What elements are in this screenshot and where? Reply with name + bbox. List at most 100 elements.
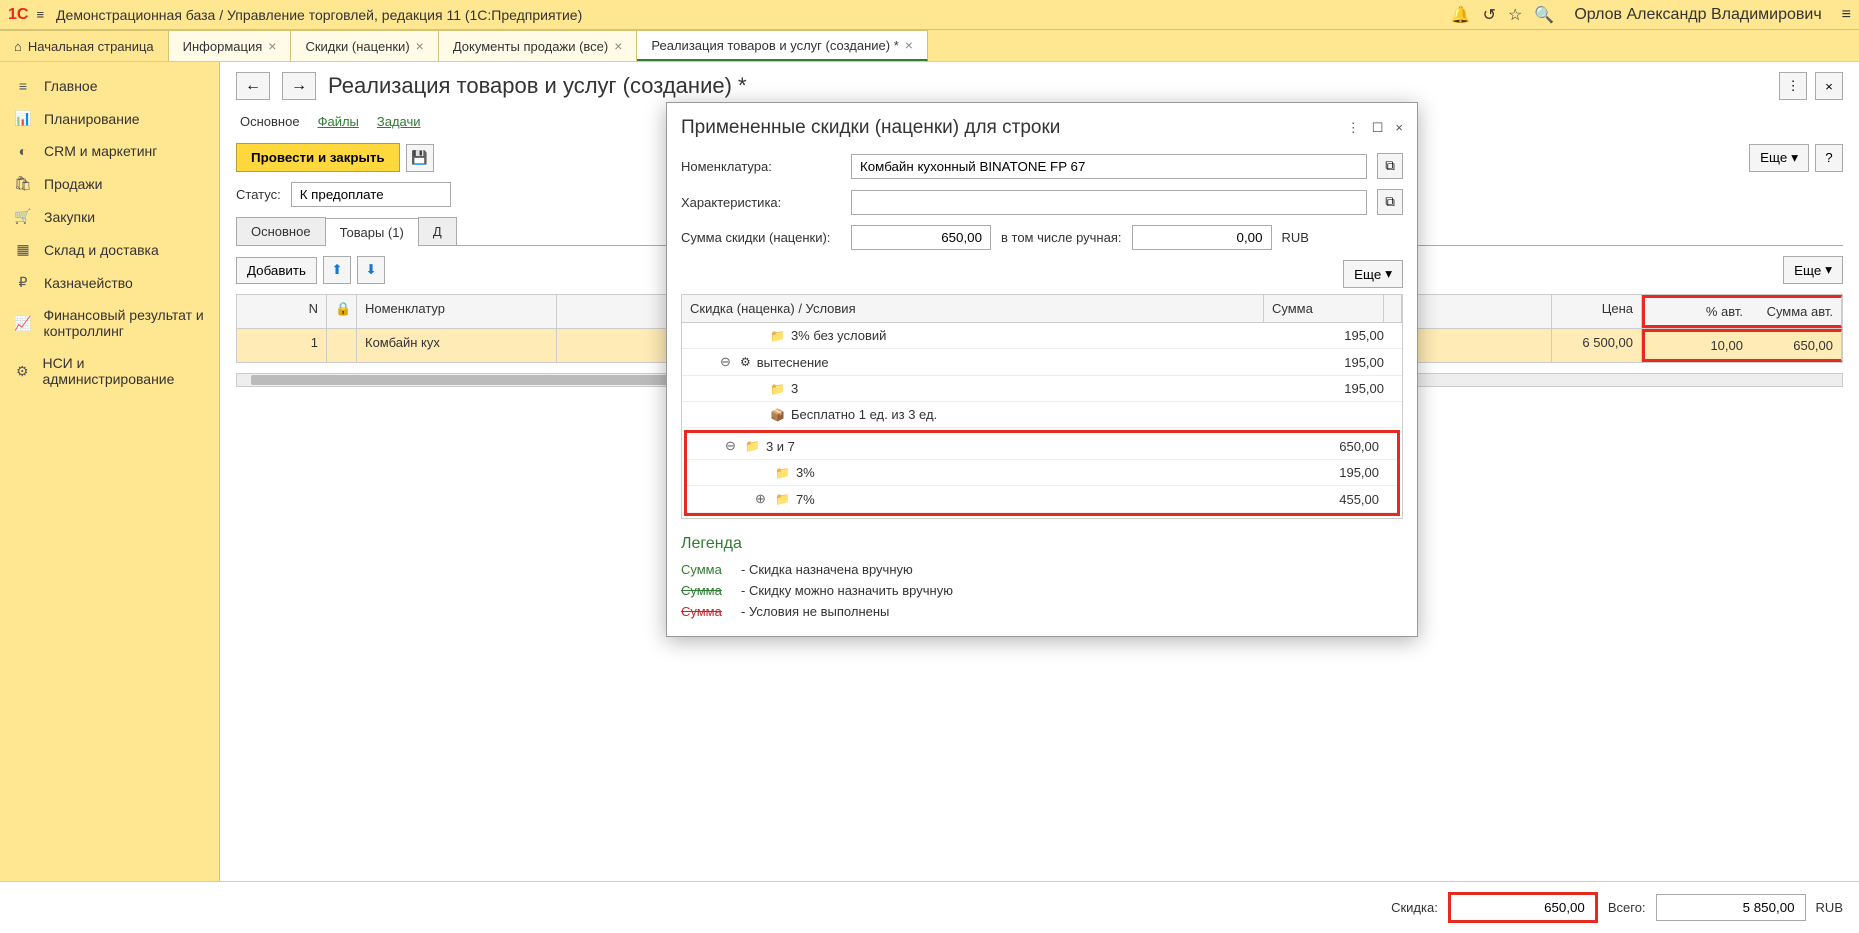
legend: Легенда Сумма- Скидка назначена вручнуюС… [681,535,1403,622]
close-icon[interactable]: × [614,38,622,54]
tab-realization[interactable]: Реализация товаров и услуг (создание) * … [637,30,928,61]
legend-row: Сумма- Скидку можно назначить вручную [681,580,1403,601]
nom-label: Номенклатура: [681,159,841,174]
tab-sales-docs[interactable]: Документы продажи (все) × [439,30,638,61]
user-name[interactable]: Орлов Александр Владимирович [1574,6,1821,24]
user-menu-icon[interactable]: ≡ [1842,6,1851,24]
legend-row: Сумма- Скидка назначена вручную [681,559,1403,580]
tree-header-sum: Сумма [1264,295,1384,322]
tab-info[interactable]: Информация × [169,30,292,61]
expand-icon[interactable]: ⊕ [755,491,769,507]
nom-input[interactable] [851,154,1367,179]
help-button[interactable]: ? [1815,144,1843,172]
sum-label: Сумма скидки (наценки): [681,230,841,245]
move-up-icon[interactable]: ⬆ [323,256,351,284]
total-input[interactable] [1656,894,1806,921]
folder-icon: 📁 [770,329,785,343]
sidebar-item-warehouse[interactable]: ▦Склад и доставка [0,233,219,266]
move-down-icon[interactable]: ⬇ [357,256,385,284]
folder-icon: 📁 [745,439,760,453]
tree-row[interactable]: 📦Бесплатно 1 ед. из 3 ед. [682,402,1402,428]
sum-input[interactable] [851,225,991,250]
post-close-button[interactable]: Провести и закрыть [236,143,400,172]
open-icon[interactable]: ⧉ [1377,153,1403,179]
col-lock-icon: 🔒 [327,295,357,328]
app-header: 1C ≡ Демонстрационная база / Управление … [0,0,1859,30]
folder-icon: 📁 [775,492,790,506]
kebab-icon[interactable]: ⋮ [1779,72,1807,100]
sidebar-item-sales[interactable]: 🛍Продажи [0,167,219,200]
sidebar-item-crm[interactable]: ◐CRM и маркетинг [0,135,219,167]
bag-icon: 🛍 [14,175,32,192]
logo-1c: 1C [8,6,28,24]
search-icon[interactable]: 🔍 [1534,5,1554,25]
tree-row[interactable]: ⊕📁7%455,00 [687,486,1397,513]
sidebar-item-main[interactable]: ≡Главное [0,70,219,102]
tree-row[interactable]: 📁3% без условий195,00 [682,323,1402,349]
discount-input[interactable] [1448,892,1598,923]
folder-icon: 📁 [770,382,785,396]
form-tab-tasks[interactable]: Задачи [377,110,421,133]
sidebar-item-planning[interactable]: 📊Планирование [0,102,219,135]
maximize-icon[interactable]: ☐ [1372,120,1384,136]
discounts-popup: Примененные скидки (наценки) для строки … [666,102,1418,637]
tree-row[interactable]: 📁3%195,00 [687,460,1397,486]
doc-tab-d[interactable]: Д [418,217,457,245]
manual-input[interactable] [1132,225,1272,250]
save-icon[interactable]: 💾 [406,144,434,172]
tree-row[interactable]: ⊖📁3 и 7650,00 [687,433,1397,460]
close-icon[interactable]: × [905,37,913,53]
close-icon[interactable]: × [1395,120,1403,136]
char-input[interactable] [851,190,1367,215]
tree-row[interactable]: 📁3195,00 [682,376,1402,402]
status-label: Статус: [236,187,281,202]
legend-title: Легенда [681,535,1403,553]
bell-icon[interactable]: 🔔 [1451,5,1471,25]
popup-more-button[interactable]: Еще ▾ [1343,260,1403,288]
cart-icon: 🛒 [14,208,32,225]
open-icon[interactable]: ⧉ [1377,189,1403,215]
manual-label: в том числе ручная: [1001,230,1122,245]
doc-tab-goods[interactable]: Товары (1) [325,218,419,246]
expand-icon[interactable]: ⊖ [725,438,739,454]
close-icon[interactable]: × [268,38,276,54]
grid-more-button[interactable]: Еще ▾ [1783,256,1843,284]
folder-icon: 📁 [775,466,790,480]
expand-icon[interactable]: ⊖ [720,354,734,370]
back-button[interactable]: ← [236,72,270,100]
sidebar-item-purchases[interactable]: 🛒Закупки [0,200,219,233]
nav-sidebar: ≡Главное 📊Планирование ◐CRM и маркетинг … [0,62,220,881]
close-icon[interactable]: × [416,38,424,54]
char-label: Характеристика: [681,195,841,210]
history-icon[interactable]: ↺ [1483,5,1496,25]
ruble-icon: ₽ [14,274,32,291]
folder-icon: 📦 [770,408,785,422]
add-button[interactable]: Добавить [236,257,317,284]
star-icon[interactable]: ☆ [1508,5,1522,25]
col-price: Цена [1552,295,1642,328]
kebab-icon[interactable]: ⋮ [1347,120,1360,136]
sidebar-item-nsi[interactable]: ⚙НСИ и администрирование [0,347,219,395]
form-tab-files[interactable]: Файлы [318,110,359,133]
forward-button[interactable]: → [282,72,316,100]
pie-icon: ◐ [14,143,32,159]
currency-label: RUB [1816,900,1843,915]
menu-icon[interactable]: ≡ [36,7,44,22]
col-sum-auto: Сумма авт. [1743,304,1833,319]
sidebar-item-treasury[interactable]: ₽Казначейство [0,266,219,299]
discount-label: Скидка: [1391,900,1438,915]
tree-row[interactable]: ⊖⚙вытеснение195,00 [682,349,1402,376]
col-pct-auto: % авт. [1653,304,1743,319]
close-button[interactable]: × [1815,72,1843,100]
currency-label: RUB [1282,230,1309,245]
doc-tab-main[interactable]: Основное [236,217,326,245]
total-label: Всего: [1608,900,1646,915]
sidebar-item-finance[interactable]: 📈Финансовый результат и контроллинг [0,299,219,347]
menu-icon: ≡ [14,78,32,94]
tab-home[interactable]: ⌂ Начальная страница [0,30,169,61]
status-input[interactable] [291,182,451,207]
form-tab-main[interactable]: Основное [240,110,300,133]
window-tabs: ⌂ Начальная страница Информация × Скидки… [0,30,1859,62]
tab-discounts[interactable]: Скидки (наценки) × [291,30,438,61]
more-button[interactable]: Еще ▾ [1749,144,1809,172]
